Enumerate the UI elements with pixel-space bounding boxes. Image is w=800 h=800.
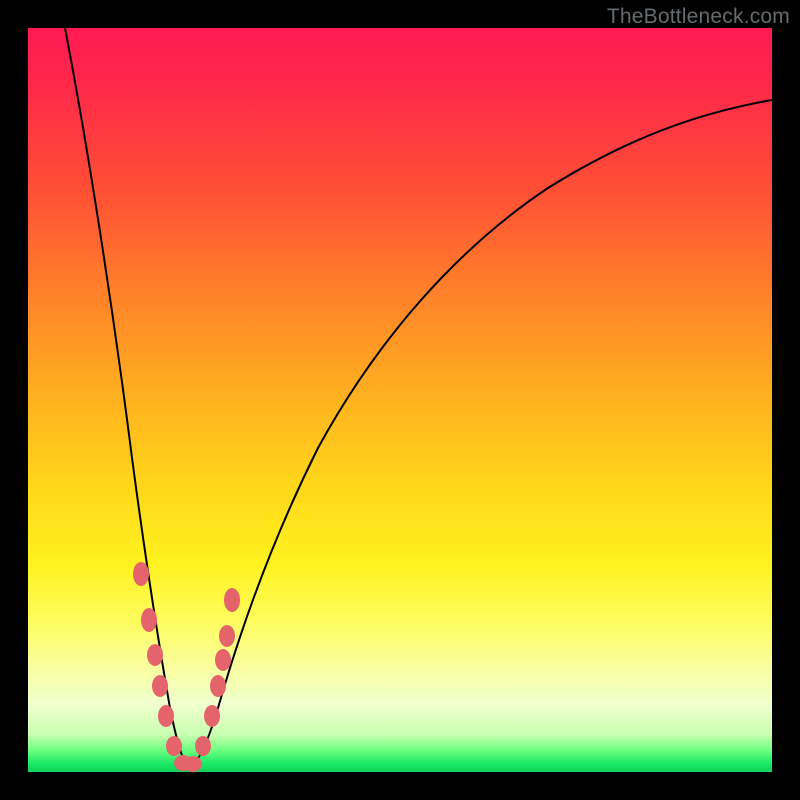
- curve-left-branch: [65, 28, 188, 768]
- curve-layer: [28, 28, 772, 772]
- plot-area: [28, 28, 772, 772]
- marker-point: [210, 675, 226, 697]
- marker-point: [215, 649, 231, 671]
- marker-point: [184, 756, 202, 772]
- marker-cluster: [133, 562, 240, 772]
- marker-point: [152, 675, 168, 697]
- curve-right-branch: [188, 100, 772, 768]
- bottleneck-curve: [65, 28, 772, 768]
- marker-point: [158, 705, 174, 727]
- marker-point: [133, 562, 149, 586]
- marker-point: [147, 644, 163, 666]
- marker-point: [141, 608, 157, 632]
- marker-point: [219, 625, 235, 647]
- marker-point: [166, 736, 182, 756]
- chart-frame: TheBottleneck.com: [0, 0, 800, 800]
- marker-point: [224, 588, 240, 612]
- watermark-text: TheBottleneck.com: [607, 5, 790, 29]
- marker-point: [204, 705, 220, 727]
- marker-point: [195, 736, 211, 756]
